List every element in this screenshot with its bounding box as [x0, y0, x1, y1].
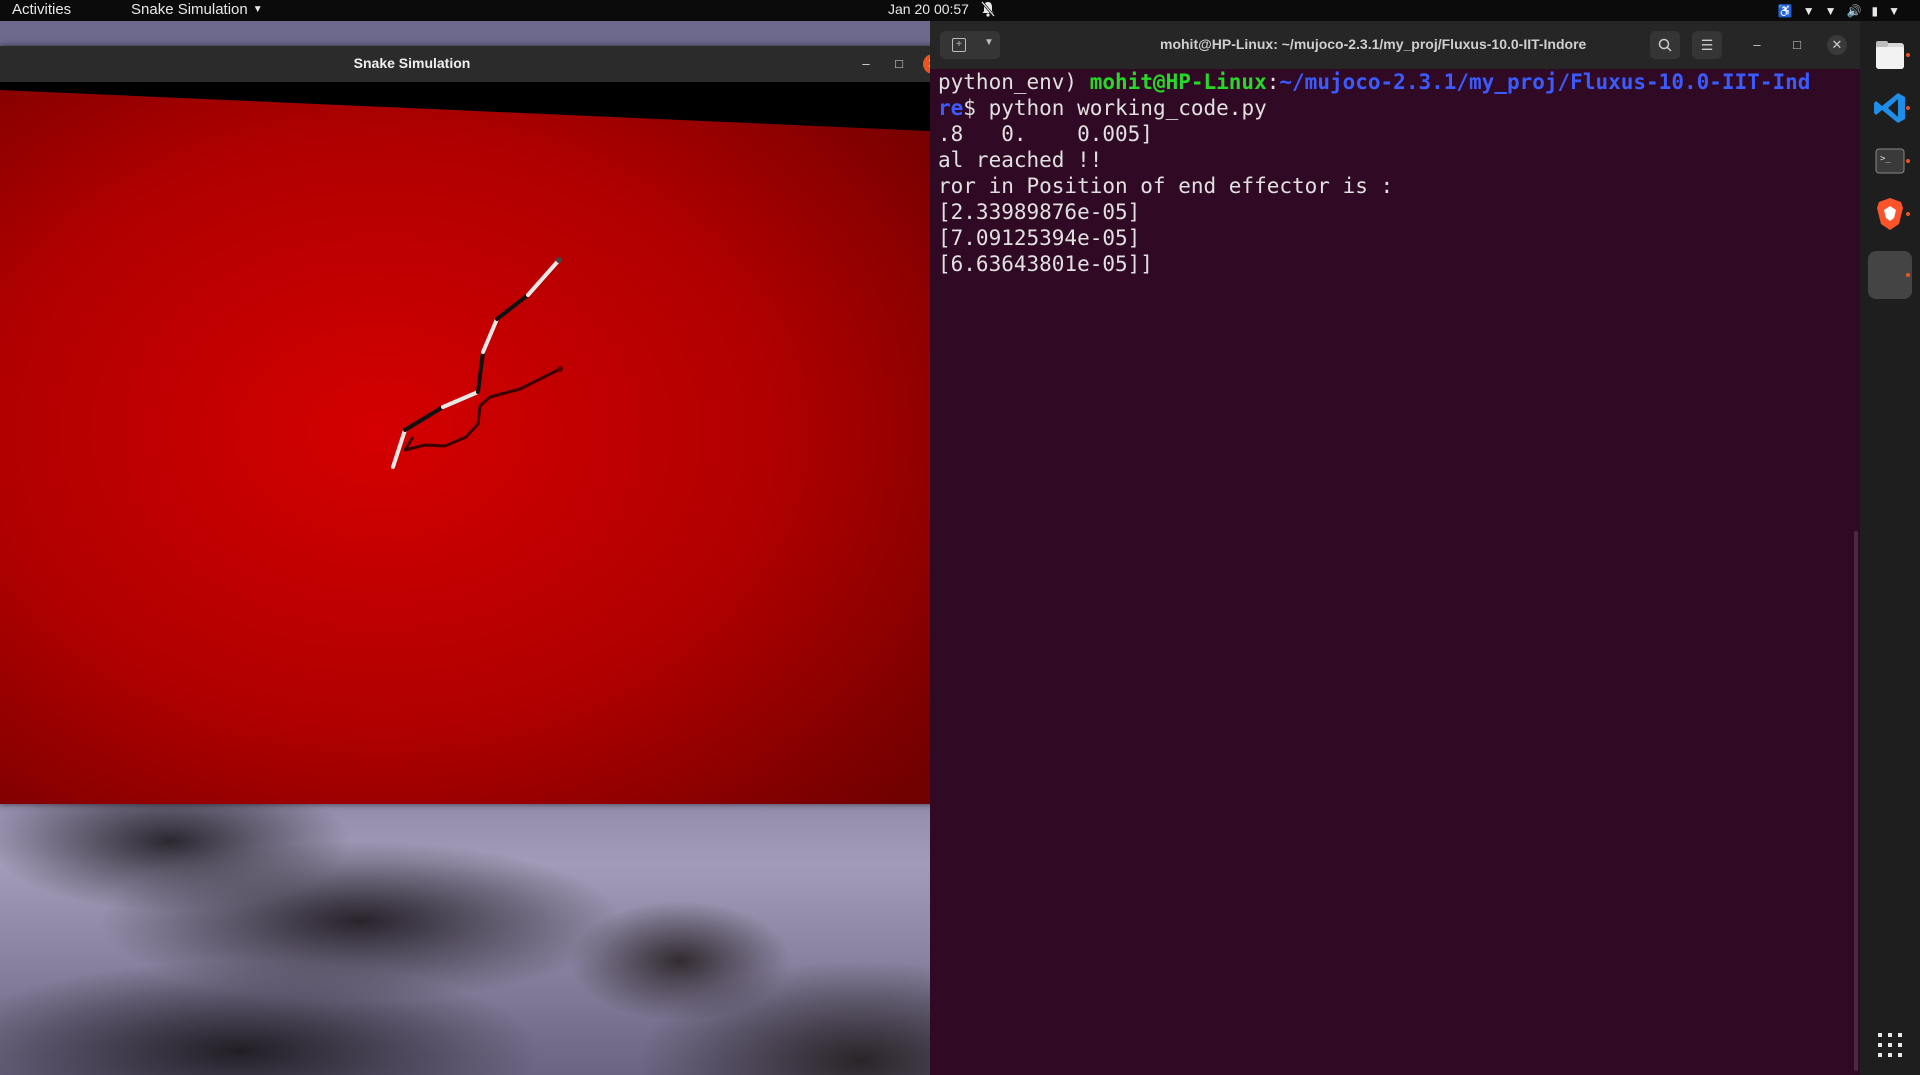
terminal-output[interactable]: python_env) mohit@HP-Linux:~/mujoco-2.3.… — [938, 69, 1838, 1069]
goal-marker — [557, 366, 563, 372]
output-line: [7.09125394e-05] — [938, 226, 1141, 250]
output-line: .8 0. 0.005] — [938, 122, 1153, 146]
prompt-colon: : — [1266, 70, 1280, 94]
command-line: re$ python working_code.py — [938, 95, 1838, 121]
system-tray[interactable]: ♿ ▼ ▼ 🔊 ▮ ▼ — [1778, 0, 1900, 21]
notifications-muted-icon — [981, 1, 995, 17]
running-indicator — [1906, 159, 1910, 163]
top-bar: Activities Snake Simulation ▼ Jan 20 00:5… — [0, 0, 1920, 21]
terminal-scrollbar[interactable] — [1854, 531, 1858, 1071]
hamburger-menu-button[interactable]: ☰ — [1692, 31, 1722, 59]
simulation-scene — [0, 90, 952, 804]
maximize-button[interactable]: □ — [889, 54, 909, 74]
output-line: [2.33989876e-05] — [938, 200, 1141, 224]
show-apps-icon[interactable] — [1876, 1031, 1904, 1059]
running-indicator — [1906, 53, 1910, 57]
minimize-button[interactable]: – — [856, 54, 876, 74]
close-button[interactable]: ✕ — [1827, 35, 1847, 55]
floor-plane — [0, 90, 952, 804]
window-titlebar[interactable]: Snake Simulation – □ ✕ — [0, 46, 952, 83]
output-line: al reached !! — [938, 148, 1103, 172]
files-icon[interactable] — [1868, 33, 1912, 77]
app-menu-label: Snake Simulation — [131, 1, 248, 18]
prompt-dollar: $ — [963, 96, 989, 120]
search-button[interactable] — [1650, 31, 1680, 59]
terminal-icon[interactable]: >_ — [1868, 139, 1912, 183]
new-tab-button[interactable]: + ▼ — [940, 31, 1000, 59]
svg-text:>_: >_ — [1880, 154, 1891, 164]
app-menu[interactable]: Snake Simulation ▼ — [131, 1, 263, 18]
snake-end-effector — [556, 257, 562, 263]
battery-icon: ▮ — [1871, 3, 1879, 18]
vscode-icon[interactable] — [1868, 86, 1912, 130]
prompt-user: mohit@HP-Linux — [1089, 70, 1267, 94]
new-tab-icon: + — [952, 38, 966, 52]
maximize-button[interactable]: □ — [1787, 35, 1807, 55]
prompt-env: python_env) — [938, 70, 1090, 94]
output-line: [6.63643801e-05]] — [938, 252, 1153, 276]
prompt-path: ~/mujoco-2.3.1/my_proj/Fluxus-10.0-IIT-I… — [1279, 70, 1811, 94]
chevron-down-icon[interactable]: ▼ — [1803, 4, 1815, 18]
chevron-down-icon: ▼ — [252, 4, 263, 15]
simulation-window-icon[interactable] — [1868, 251, 1912, 299]
volume-icon: 🔊 — [1846, 3, 1862, 18]
chevron-down-icon[interactable]: ▼ — [984, 37, 994, 48]
running-indicator — [1906, 212, 1910, 216]
date-label: Jan 20 — [888, 1, 931, 17]
time-label: 00:57 — [933, 1, 969, 17]
clock[interactable]: Jan 20 00:57 — [888, 1, 969, 17]
output-line: ror in Position of end effector is : — [938, 174, 1394, 198]
minimize-button[interactable]: – — [1747, 35, 1767, 55]
search-icon — [1658, 38, 1672, 52]
wifi-icon: ▼ — [1824, 3, 1837, 18]
terminal-title: mohit@HP-Linux: ~/mujoco-2.3.1/my_proj/F… — [1160, 36, 1587, 52]
system-menu-chevron-icon[interactable]: ▼ — [1888, 4, 1900, 18]
running-indicator — [1906, 106, 1910, 110]
running-indicator — [1906, 273, 1910, 277]
terminal-window[interactable]: + ▼ mohit@HP-Linux: ~/mujoco-2.3.1/my_pr… — [930, 21, 1860, 1075]
simulation-viewport[interactable] — [0, 82, 952, 804]
command-text: python working_code.py — [988, 96, 1267, 120]
dock: >_ — [1860, 21, 1920, 1075]
window-title: Snake Simulation — [353, 55, 471, 71]
activities-button[interactable]: Activities — [12, 1, 71, 18]
snake-simulation-window[interactable]: Snake Simulation – □ ✕ — [0, 46, 952, 804]
prompt-path-cont: re — [938, 96, 964, 120]
brave-icon[interactable] — [1868, 192, 1912, 236]
terminal-headerbar[interactable]: + ▼ mohit@HP-Linux: ~/mujoco-2.3.1/my_pr… — [930, 21, 1860, 69]
accessibility-icon[interactable]: ♿ — [1778, 4, 1793, 18]
prompt-line: python_env) mohit@HP-Linux:~/mujoco-2.3.… — [938, 69, 1838, 95]
